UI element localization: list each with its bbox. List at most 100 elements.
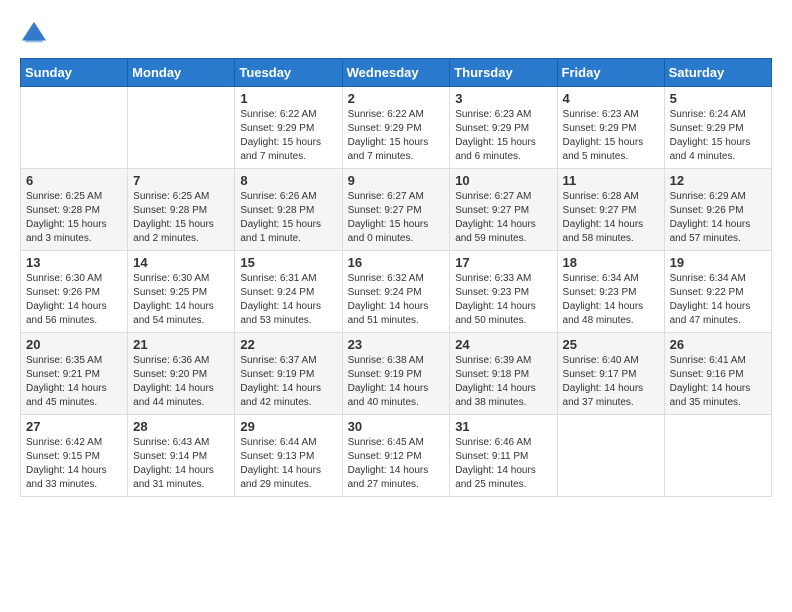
day-number: 5 [670,91,766,106]
calendar-week-1: 6 Sunrise: 6:25 AM Sunset: 9:28 PM Daylig… [21,169,772,251]
day-number: 18 [563,255,659,270]
day-number: 22 [240,337,336,352]
day-info: Sunrise: 6:22 AM Sunset: 9:29 PM Dayligh… [240,108,336,164]
day-info: Sunrise: 6:33 AM Sunset: 9:23 PM Dayligh… [455,272,551,328]
calendar-week-3: 20Sunrise: 6:35 AM Sunset: 9:21 PM Dayli… [21,333,772,415]
col-header-thursday: Thursday [450,59,557,87]
calendar-week-0: 1 Sunrise: 6:22 AM Sunset: 9:29 PM Daylig… [21,87,772,169]
logo [20,20,52,48]
calendar-cell: 26 Sunrise: 6:41 AM Sunset: 9:16 PM Dayli… [664,333,771,415]
day-number: 23 [348,337,445,352]
day-info: Sunrise: 6:32 AM Sunset: 9:24 PM Dayligh… [348,272,445,328]
day-number: 15 [240,255,336,270]
calendar-cell: 18Sunrise: 6:34 AM Sunset: 9:23 PM Dayli… [557,251,664,333]
day-number: 13 [26,255,122,270]
day-number: 19 [670,255,766,270]
day-info: Sunrise: 6:25 AM Sunset: 9:28 PM Dayligh… [133,190,229,246]
day-number: 31 [455,419,551,434]
col-header-friday: Friday [557,59,664,87]
day-number: 17 [455,255,551,270]
calendar-cell: 5 Sunrise: 6:24 AM Sunset: 9:29 PM Daylig… [664,87,771,169]
calendar-cell: 14 Sunrise: 6:30 AM Sunset: 9:25 PM Dayli… [128,251,235,333]
day-info: Sunrise: 6:44 AM Sunset: 9:13 PM Dayligh… [240,436,336,492]
day-number: 7 [133,173,229,188]
calendar-cell: 25 Sunrise: 6:40 AM Sunset: 9:17 PM Dayli… [557,333,664,415]
calendar-cell: 29 Sunrise: 6:44 AM Sunset: 9:13 PM Dayli… [235,415,342,497]
day-info: Sunrise: 6:38 AM Sunset: 9:19 PM Dayligh… [348,354,445,410]
calendar-cell: 27Sunrise: 6:42 AM Sunset: 9:15 PM Dayli… [21,415,128,497]
calendar-cell: 24Sunrise: 6:39 AM Sunset: 9:18 PM Dayli… [450,333,557,415]
day-number: 11 [563,173,659,188]
col-header-monday: Monday [128,59,235,87]
day-info: Sunrise: 6:31 AM Sunset: 9:24 PM Dayligh… [240,272,336,328]
day-info: Sunrise: 6:34 AM Sunset: 9:22 PM Dayligh… [670,272,766,328]
calendar-table: SundayMondayTuesdayWednesdayThursdayFrid… [20,58,772,497]
calendar-week-4: 27Sunrise: 6:42 AM Sunset: 9:15 PM Dayli… [21,415,772,497]
calendar-cell [664,415,771,497]
day-number: 6 [26,173,122,188]
calendar-cell: 28 Sunrise: 6:43 AM Sunset: 9:14 PM Dayli… [128,415,235,497]
day-info: Sunrise: 6:30 AM Sunset: 9:25 PM Dayligh… [133,272,229,328]
calendar-cell [21,87,128,169]
calendar-cell: 21Sunrise: 6:36 AM Sunset: 9:20 PM Dayli… [128,333,235,415]
calendar-cell: 19 Sunrise: 6:34 AM Sunset: 9:22 PM Dayli… [664,251,771,333]
day-number: 3 [455,91,551,106]
day-number: 2 [348,91,445,106]
day-info: Sunrise: 6:27 AM Sunset: 9:27 PM Dayligh… [455,190,551,246]
calendar-cell: 17 Sunrise: 6:33 AM Sunset: 9:23 PM Dayli… [450,251,557,333]
day-info: Sunrise: 6:40 AM Sunset: 9:17 PM Dayligh… [563,354,659,410]
calendar-cell [557,415,664,497]
day-number: 14 [133,255,229,270]
day-info: Sunrise: 6:24 AM Sunset: 9:29 PM Dayligh… [670,108,766,164]
calendar-cell: 11 Sunrise: 6:28 AM Sunset: 9:27 PM Dayli… [557,169,664,251]
calendar-cell: 23 Sunrise: 6:38 AM Sunset: 9:19 PM Dayli… [342,333,450,415]
page-header [20,20,772,48]
calendar-cell: 7 Sunrise: 6:25 AM Sunset: 9:28 PM Daylig… [128,169,235,251]
day-info: Sunrise: 6:41 AM Sunset: 9:16 PM Dayligh… [670,354,766,410]
day-number: 21 [133,337,229,352]
day-number: 27 [26,419,122,434]
day-info: Sunrise: 6:28 AM Sunset: 9:27 PM Dayligh… [563,190,659,246]
calendar-cell: 8 Sunrise: 6:26 AM Sunset: 9:28 PM Daylig… [235,169,342,251]
day-number: 28 [133,419,229,434]
col-header-tuesday: Tuesday [235,59,342,87]
day-info: Sunrise: 6:29 AM Sunset: 9:26 PM Dayligh… [670,190,766,246]
calendar-cell: 16Sunrise: 6:32 AM Sunset: 9:24 PM Dayli… [342,251,450,333]
calendar-cell [128,87,235,169]
day-number: 30 [348,419,445,434]
day-info: Sunrise: 6:26 AM Sunset: 9:28 PM Dayligh… [240,190,336,246]
day-number: 26 [670,337,766,352]
logo-icon [20,20,48,48]
calendar-cell: 1 Sunrise: 6:22 AM Sunset: 9:29 PM Daylig… [235,87,342,169]
calendar-cell: 2 Sunrise: 6:22 AM Sunset: 9:29 PM Daylig… [342,87,450,169]
calendar-week-2: 13 Sunrise: 6:30 AM Sunset: 9:26 PM Dayli… [21,251,772,333]
calendar-cell: 9Sunrise: 6:27 AM Sunset: 9:27 PM Daylig… [342,169,450,251]
day-number: 1 [240,91,336,106]
day-number: 24 [455,337,551,352]
col-header-saturday: Saturday [664,59,771,87]
day-info: Sunrise: 6:37 AM Sunset: 9:19 PM Dayligh… [240,354,336,410]
day-number: 29 [240,419,336,434]
day-number: 8 [240,173,336,188]
calendar-cell: 3 Sunrise: 6:23 AM Sunset: 9:29 PM Daylig… [450,87,557,169]
day-info: Sunrise: 6:25 AM Sunset: 9:28 PM Dayligh… [26,190,122,246]
day-info: Sunrise: 6:30 AM Sunset: 9:26 PM Dayligh… [26,272,122,328]
calendar-cell: 10 Sunrise: 6:27 AM Sunset: 9:27 PM Dayli… [450,169,557,251]
calendar-cell: 31 Sunrise: 6:46 AM Sunset: 9:11 PM Dayli… [450,415,557,497]
col-header-wednesday: Wednesday [342,59,450,87]
col-header-sunday: Sunday [21,59,128,87]
calendar-cell: 6 Sunrise: 6:25 AM Sunset: 9:28 PM Daylig… [21,169,128,251]
calendar-cell: 20Sunrise: 6:35 AM Sunset: 9:21 PM Dayli… [21,333,128,415]
day-info: Sunrise: 6:22 AM Sunset: 9:29 PM Dayligh… [348,108,445,164]
calendar-cell: 30 Sunrise: 6:45 AM Sunset: 9:12 PM Dayli… [342,415,450,497]
day-info: Sunrise: 6:45 AM Sunset: 9:12 PM Dayligh… [348,436,445,492]
day-number: 12 [670,173,766,188]
day-info: Sunrise: 6:43 AM Sunset: 9:14 PM Dayligh… [133,436,229,492]
day-info: Sunrise: 6:23 AM Sunset: 9:29 PM Dayligh… [455,108,551,164]
day-info: Sunrise: 6:46 AM Sunset: 9:11 PM Dayligh… [455,436,551,492]
day-number: 25 [563,337,659,352]
calendar-header-row: SundayMondayTuesdayWednesdayThursdayFrid… [21,59,772,87]
calendar-cell: 15 Sunrise: 6:31 AM Sunset: 9:24 PM Dayli… [235,251,342,333]
day-number: 10 [455,173,551,188]
calendar-cell: 22 Sunrise: 6:37 AM Sunset: 9:19 PM Dayli… [235,333,342,415]
